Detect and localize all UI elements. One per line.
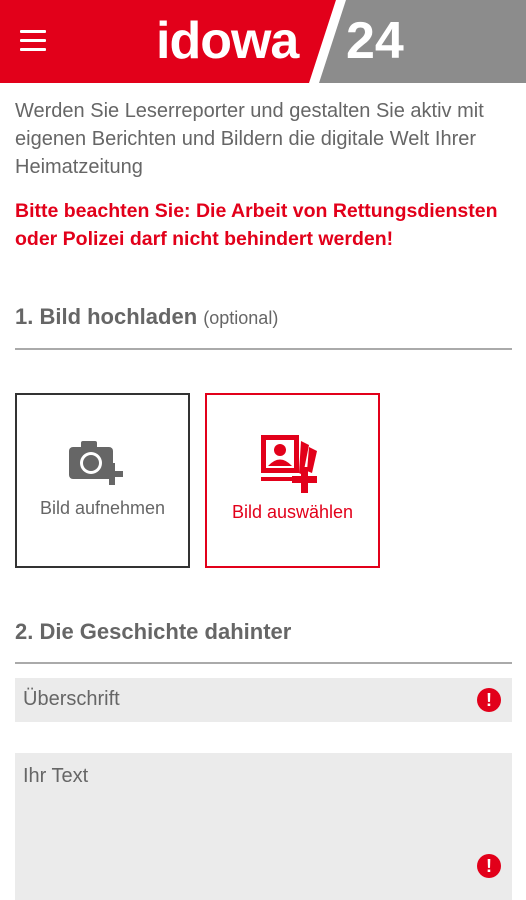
section-divider [15, 348, 512, 350]
section-divider [15, 662, 512, 664]
take-photo-label: Bild aufnehmen [39, 498, 166, 518]
section-upload-heading: 1. Bild hochladen [15, 304, 198, 329]
section-upload-title: 1. Bild hochladen (optional) [15, 304, 278, 330]
app-header: idowa 24 [0, 0, 526, 83]
camera-plus-icon [69, 441, 123, 485]
brand-logo-number: 24 [346, 12, 404, 70]
warning-text: Bitte beachten Sie: Die Arbeit von Rettu… [15, 200, 498, 250]
story-text-input[interactable]: Ihr Text ! [15, 753, 512, 900]
headline-input[interactable]: Überschrift ! [15, 678, 512, 722]
header-grey-panel [311, 0, 526, 83]
main-content: Werden Sie Leserreporter und gestalten S… [15, 97, 512, 900]
alert-icon: ! [477, 854, 501, 878]
alert-icon: ! [477, 688, 501, 712]
section-story-title: 2. Die Geschichte dahinter [15, 619, 292, 644]
story-text-placeholder: Ihr Text [23, 765, 89, 787]
choose-photo-label: Bild auswählen [231, 502, 354, 522]
take-photo-button[interactable]: Bild aufnehmen [15, 393, 190, 568]
photo-gallery-plus-icon [261, 435, 317, 493]
headline-placeholder: Überschrift [23, 688, 120, 710]
hamburger-menu-icon[interactable] [20, 30, 52, 54]
intro-text: Werden Sie Leserreporter und gestalten S… [15, 100, 484, 178]
optional-label: (optional) [203, 308, 279, 328]
brand-logo-text: idowa [156, 12, 299, 70]
choose-photo-button[interactable]: Bild auswählen [205, 393, 380, 568]
